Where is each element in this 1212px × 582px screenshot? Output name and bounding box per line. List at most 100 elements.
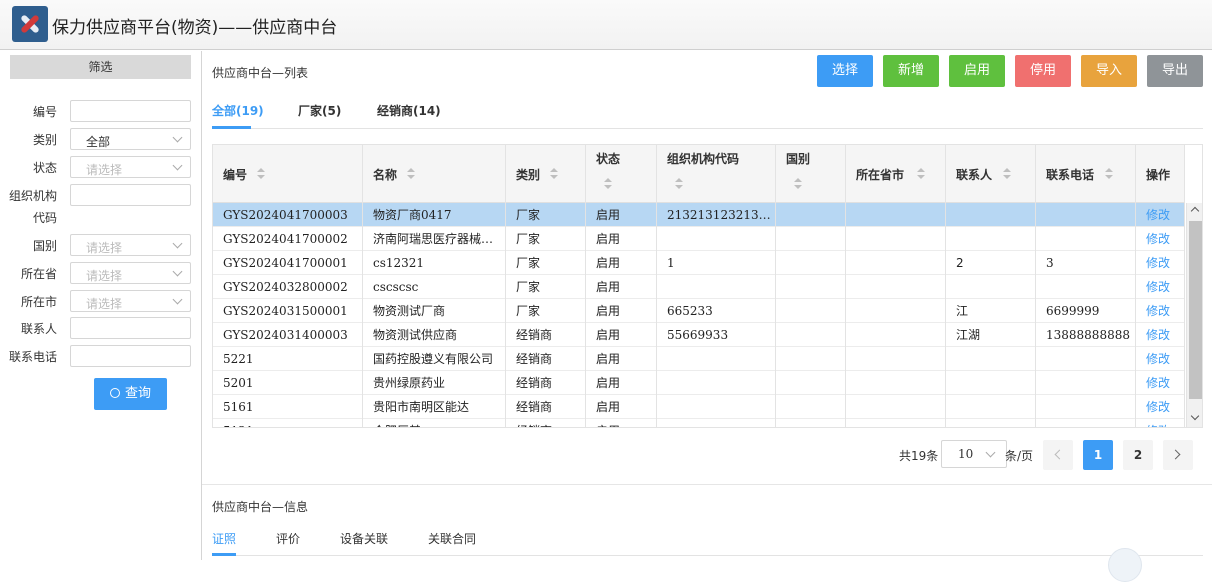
contact-input[interactable] [70,317,191,339]
table-row[interactable]: 5121合肥辰基经销商启用 修改 [213,419,1185,427]
cell-phone: 6699999 [1036,299,1136,323]
chevron-right-icon [1170,449,1181,460]
code-input[interactable] [70,100,191,122]
sort-icon[interactable] [917,168,925,180]
cell-region [846,227,946,251]
th-name[interactable]: 名称 [363,145,506,203]
edit-link[interactable]: 修改 [1136,395,1185,419]
table-row[interactable]: GYS2024041700001 cs12321 厂家 启用 1 2 3 修改 [213,251,1185,275]
sort-icon[interactable] [407,168,415,180]
category-select[interactable]: 全部 [70,128,191,150]
list-title: 供应商中台—列表 [212,66,309,80]
export-button[interactable]: 导出 [1147,55,1203,87]
edit-link[interactable]: 修改 [1136,275,1185,299]
country-select[interactable]: 请选择 [70,234,191,256]
edit-link[interactable]: 修改 [1136,371,1185,395]
province-select[interactable]: 请选择 [70,262,191,284]
table-row[interactable]: GYS2024031500001 物资测试厂商 厂家 启用 665233 江 6699999… [213,299,1185,323]
tab-device-link[interactable]: 设备关联 [340,530,388,547]
prev-page-button[interactable] [1043,440,1073,470]
sort-icon[interactable] [257,168,265,180]
cell-name: cs12321 [363,251,506,275]
cell-country [776,323,846,347]
select-button[interactable]: 选择 [817,55,873,87]
sort-icon[interactable] [550,168,558,180]
th-phone[interactable]: 联系电话 [1036,145,1136,203]
org-code-input[interactable] [70,184,191,206]
contact-label: 联系人 [20,322,57,336]
table-row[interactable]: 5201 贵州绿原药业 经销商 启用 修改 [213,371,1185,395]
th-status[interactable]: 状态 [586,145,657,203]
tab-license[interactable]: 证照 [212,530,236,547]
scroll-up-icon[interactable] [1190,206,1200,216]
cell-country [776,395,846,419]
cell-org: 213213123213213 [657,203,776,227]
status-select[interactable]: 请选择 [70,156,191,178]
phone-input[interactable] [70,345,191,367]
th-region[interactable]: 所在省市 [846,145,946,203]
th-org-code[interactable]: 组织机构代码 [657,145,776,203]
cell-code: 5121 [213,419,363,427]
edit-link[interactable]: 修改 [1136,203,1185,227]
disable-button[interactable]: 停用 [1015,55,1071,87]
floating-action-button[interactable] [1108,548,1142,582]
edit-link[interactable]: 修改 [1136,419,1185,427]
th-category[interactable]: 类别 [506,145,586,203]
scroll-thumb[interactable] [1189,221,1202,399]
cell-phone [1036,203,1136,227]
edit-link[interactable]: 修改 [1136,323,1185,347]
org-code-label-1: 组织机构 [8,189,57,203]
cell-region [846,203,946,227]
edit-link[interactable]: 修改 [1136,227,1185,251]
tab-distributor[interactable]: 经销商(14) [377,102,441,119]
sort-icon[interactable] [794,178,802,190]
edit-link[interactable]: 修改 [1136,347,1185,371]
sort-icon[interactable] [1105,168,1113,180]
sort-icon[interactable] [1003,168,1011,180]
scroll-down-icon[interactable] [1190,411,1200,421]
table-row[interactable]: 5221 国药控股遵义有限公司 经销商 启用 修改 [213,347,1185,371]
cell-code: GYS2024031500001 [213,299,363,323]
add-button[interactable]: 新增 [883,55,939,87]
table-row[interactable]: GYS2024041700003 物资厂商0417 厂家 启用 213213123213… [213,203,1185,227]
table-row[interactable]: GYS2024031400003 物资测试供应商 经销商 启用 55669933 江湖 13… [213,323,1185,347]
chevron-down-icon [985,447,996,458]
page-size-select[interactable]: 10 [941,440,1007,468]
cell-region [846,275,946,299]
table-scrollbar[interactable] [1186,203,1202,427]
category-label: 类别 [32,133,57,147]
table-row[interactable]: GYS2024032800002 cscscsc 厂家 启用 修改 [213,275,1185,299]
cell-org [657,347,776,371]
th-code[interactable]: 编号 [213,145,363,203]
cell-category: 厂家 [506,275,586,299]
edit-link[interactable]: 修改 [1136,299,1185,323]
edit-link[interactable]: 修改 [1136,251,1185,275]
query-button[interactable]: 查询 [94,378,167,410]
status-label: 状态 [32,161,57,175]
th-contact[interactable]: 联系人 [946,145,1036,203]
page-2-button[interactable]: 2 [1123,440,1153,470]
next-page-button[interactable] [1163,440,1193,470]
enable-button[interactable]: 启用 [949,55,1005,87]
cell-country [776,251,846,275]
th-country[interactable]: 国别 [776,145,846,203]
sort-icon[interactable] [675,178,683,190]
tab-manufacturer[interactable]: 厂家(5) [298,102,341,119]
tab-contracts[interactable]: 关联合同 [428,530,476,547]
tab-evaluation[interactable]: 评价 [276,530,300,547]
province-placeholder: 请选择 [86,269,123,283]
cell-status: 启用 [586,299,657,323]
cell-contact [946,275,1036,299]
tab-all[interactable]: 全部(19) [212,102,264,119]
import-button[interactable]: 导入 [1081,55,1137,87]
cell-contact [946,371,1036,395]
city-select[interactable]: 请选择 [70,290,191,312]
chevron-down-icon [172,266,183,277]
city-placeholder: 请选择 [86,297,123,311]
table-header: 编号 名称 类别 状态 组织机构代码 国别 所在省市 联系人 联系电话 操作 [213,145,1185,203]
table-row[interactable]: 5161 贵阳市南明区能达 经销商 启用 修改 [213,395,1185,419]
table-row[interactable]: GYS2024041700002 济南阿瑞思医疗器械… 厂家 启用 修改 [213,227,1185,251]
cell-code: GYS2024032800002 [213,275,363,299]
sort-icon[interactable] [604,178,612,190]
page-1-button[interactable]: 1 [1083,440,1113,470]
